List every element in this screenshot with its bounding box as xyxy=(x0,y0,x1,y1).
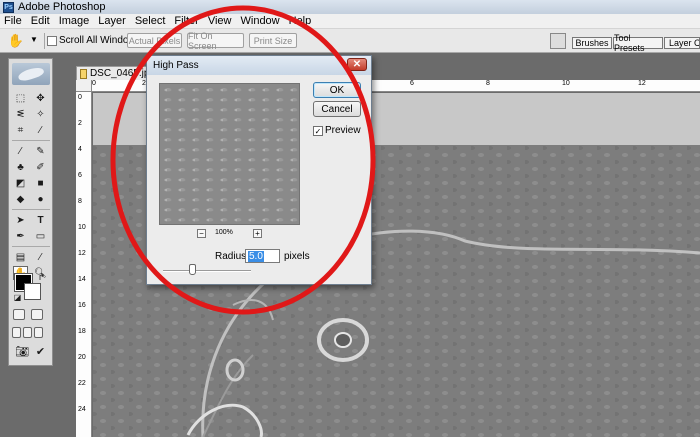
standard-mode-button[interactable] xyxy=(13,309,25,320)
toolbox-separator xyxy=(12,140,50,141)
ruler-tick-label: 16 xyxy=(78,302,86,309)
ruler-tick-label: 4 xyxy=(78,146,82,153)
toolbox-header[interactable] xyxy=(12,63,50,85)
eraser-tool-icon[interactable]: ◩ xyxy=(13,176,28,190)
dodge-tool-icon[interactable]: ● xyxy=(33,192,48,206)
ruler-tick-label: 12 xyxy=(638,80,646,87)
pen-tool-icon[interactable]: ✒ xyxy=(13,229,28,243)
actual-pixels-button[interactable]: Actual Pixels xyxy=(127,33,182,48)
ruler-tick-label: 10 xyxy=(78,224,86,231)
toolbox-separator xyxy=(12,209,50,210)
screen-mode-maximized-button[interactable] xyxy=(23,327,32,338)
ruler-origin[interactable] xyxy=(76,80,92,92)
menu-edit[interactable]: Edit xyxy=(31,15,50,27)
menu-help[interactable]: Help xyxy=(289,15,312,27)
ruler-tick-label: 10 xyxy=(562,80,570,87)
ruler-tick-label: 8 xyxy=(486,80,490,87)
default-colors-icon[interactable]: ◪ xyxy=(10,290,25,304)
menu-layer[interactable]: Layer xyxy=(98,15,126,27)
brush-tool-icon[interactable]: ✎ xyxy=(33,144,48,158)
cancel-button[interactable]: Cancel xyxy=(313,101,361,117)
lasso-tool-icon[interactable]: ᓬ xyxy=(13,107,28,121)
fit-on-screen-button[interactable]: Fit On Screen xyxy=(187,31,244,51)
toolbox-separator xyxy=(12,246,50,247)
ruler-tick-label: 14 xyxy=(78,276,86,283)
print-size-button[interactable]: Print Size xyxy=(249,33,297,48)
marquee-tool-icon[interactable]: ⬚ xyxy=(13,91,28,105)
ruler-vertical[interactable]: 0 2 4 6 8 10 12 14 16 18 20 22 24 xyxy=(76,80,92,437)
screen-mode-standard-button[interactable] xyxy=(12,327,21,338)
zoom-out-button[interactable]: − xyxy=(197,229,206,238)
ruler-tick-label: 22 xyxy=(78,380,86,387)
ok-button[interactable]: OK xyxy=(313,82,361,98)
zoom-level: 100% xyxy=(215,229,233,236)
feather-logo-icon xyxy=(17,65,45,83)
radius-slider-track[interactable] xyxy=(163,270,251,272)
close-icon[interactable]: ✕ xyxy=(347,58,367,71)
high-pass-dialog: High Pass ✕ − 100% + OK Cancel ✓ Preview… xyxy=(146,55,372,285)
hand-tool-icon[interactable]: ✋ xyxy=(8,33,24,49)
slice-tool-icon[interactable]: ∕ xyxy=(33,123,48,137)
history-brush-tool-icon[interactable]: ✐ xyxy=(33,160,48,174)
app-title: Adobe Photoshop xyxy=(18,1,106,13)
tab-brushes[interactable]: Brushes xyxy=(572,37,612,49)
edit-in-imageready-icon[interactable]: ✔ xyxy=(33,344,48,358)
photoshop-logo-icon: Ps xyxy=(3,1,14,13)
dialog-titlebar[interactable]: High Pass xyxy=(147,56,371,75)
move-tool-icon[interactable]: ✥ xyxy=(33,91,48,105)
ruler-tick-label: 12 xyxy=(78,250,86,257)
blur-tool-icon[interactable]: ◆ xyxy=(13,192,28,206)
tool-preset-dropdown-icon[interactable]: ▼ xyxy=(30,35,38,44)
radius-slider-thumb[interactable] xyxy=(189,264,196,275)
eyedropper-tool-icon[interactable]: ⁄ xyxy=(33,250,48,264)
document-file-icon xyxy=(80,68,87,79)
swap-colors-icon[interactable]: ↱ xyxy=(34,270,49,284)
menu-file[interactable]: File xyxy=(4,15,22,27)
scroll-all-windows-checkbox[interactable] xyxy=(47,36,57,46)
ruler-tick-label: 8 xyxy=(78,198,82,205)
jump-to-imageready-icon[interactable]: 📷︎ xyxy=(12,344,32,358)
type-tool-icon[interactable]: T xyxy=(33,213,48,227)
options-separator xyxy=(44,33,45,49)
app-titlebar: Ps Adobe Photoshop xyxy=(0,0,700,14)
ruler-tick-label: 0 xyxy=(92,80,96,87)
screen-mode-full-button[interactable] xyxy=(34,327,43,338)
menu-image[interactable]: Image xyxy=(59,15,90,27)
ruler-tick-label: 24 xyxy=(78,406,86,413)
healing-brush-tool-icon[interactable]: ⁄ xyxy=(13,144,28,158)
ruler-tick-label: 6 xyxy=(78,172,82,179)
crop-tool-icon[interactable]: ⌗ xyxy=(13,123,28,137)
radius-value: 5.0 xyxy=(248,250,264,262)
document-tab[interactable]: DSC_0465.jpg xyxy=(76,66,156,80)
dialog-title: High Pass xyxy=(153,60,199,71)
magic-wand-tool-icon[interactable]: ✧ xyxy=(33,107,48,121)
preview-label: Preview xyxy=(325,125,361,136)
filter-preview[interactable] xyxy=(159,83,300,225)
ruler-tick-label: 20 xyxy=(78,354,86,361)
gradient-tool-icon[interactable]: ■ xyxy=(33,176,48,190)
ruler-tick-label: 0 xyxy=(78,94,82,101)
menu-bar: File Edit Image Layer Select Filter View… xyxy=(0,14,700,29)
menu-select[interactable]: Select xyxy=(135,15,166,27)
palette-well-icon[interactable] xyxy=(550,33,566,49)
background-color-swatch[interactable] xyxy=(24,283,41,300)
ruler-tick-label: 6 xyxy=(410,80,414,87)
radius-unit: pixels xyxy=(284,251,310,262)
radius-input[interactable]: 5.0 xyxy=(245,249,280,263)
shape-tool-icon[interactable]: ▭ xyxy=(33,229,48,243)
tab-tool-presets[interactable]: Tool Presets xyxy=(613,33,663,53)
ruler-tick-label: 18 xyxy=(78,328,86,335)
menu-filter[interactable]: Filter xyxy=(174,15,198,27)
menu-window[interactable]: Window xyxy=(241,15,280,27)
clone-stamp-tool-icon[interactable]: ♣ xyxy=(13,160,28,174)
menu-view[interactable]: View xyxy=(208,15,232,27)
path-selection-tool-icon[interactable]: ➤ xyxy=(13,213,28,227)
quick-mask-button[interactable] xyxy=(31,309,43,320)
notes-tool-icon[interactable]: ▤ xyxy=(13,250,28,264)
zoom-in-button[interactable]: + xyxy=(253,229,262,238)
ruler-tick-label: 2 xyxy=(78,120,82,127)
preview-checkbox[interactable]: ✓ xyxy=(313,126,323,136)
tab-layer-comps[interactable]: Layer Comps xyxy=(664,37,700,49)
radius-label: Radius: xyxy=(215,251,249,262)
